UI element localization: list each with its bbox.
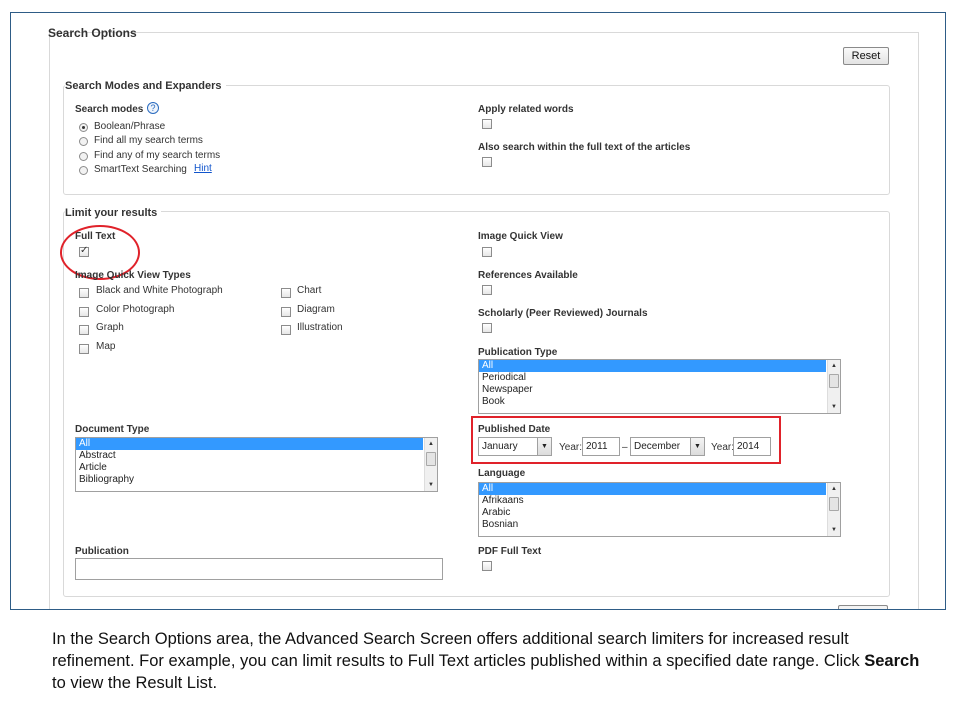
iqv-diagram-checkbox[interactable] — [281, 307, 291, 317]
iqv-graph-checkbox[interactable] — [79, 325, 89, 335]
instruction-caption: In the Search Options area, the Advanced… — [52, 628, 932, 694]
hint-link[interactable]: Hint — [194, 163, 212, 174]
mode-option-find-any: Find any of my search terms — [94, 150, 221, 161]
iqv-bw-photo-label: Black and White Photograph — [96, 285, 223, 296]
mode-option-smarttext: SmartText Searching — [94, 164, 187, 175]
scroll-down-icon[interactable]: ▼ — [828, 402, 840, 412]
reset-button[interactable]: Reset — [843, 47, 889, 65]
pdf-full-text-label: PDF Full Text — [478, 546, 542, 557]
search-modes-label: Search modes — [75, 104, 144, 115]
references-label: References Available — [478, 270, 578, 281]
publication-label: Publication — [75, 546, 129, 557]
scholarly-checkbox[interactable] — [482, 323, 492, 333]
radio-find-any[interactable] — [79, 152, 88, 161]
document-type-listbox[interactable]: All Abstract Article Bibliography ▲ ▼ — [75, 437, 438, 492]
list-item[interactable]: Afrikaans — [479, 495, 840, 507]
radio-boolean-phrase[interactable] — [79, 123, 88, 132]
pdf-full-text-checkbox[interactable] — [482, 561, 492, 571]
scroll-down-icon[interactable]: ▼ — [425, 480, 437, 490]
help-icon[interactable]: ? — [147, 102, 159, 114]
iqv-color-photo-label: Color Photograph — [96, 304, 175, 315]
search-options-title: Search Options — [48, 26, 137, 40]
list-item[interactable]: All — [76, 438, 423, 450]
scroll-thumb[interactable] — [426, 452, 436, 466]
caption-text-2: to view the Result List. — [52, 674, 218, 692]
publication-type-listbox[interactable]: All Periodical Newspaper Book ▲ ▼ — [478, 359, 841, 414]
radio-find-all[interactable] — [79, 137, 88, 146]
list-item[interactable]: Periodical — [479, 372, 840, 384]
iqv-types-label: Image Quick View Types — [75, 270, 191, 281]
list-item[interactable]: Bibliography — [76, 474, 437, 486]
iqv-map-label: Map — [96, 341, 116, 352]
iqv-chart-label: Chart — [297, 285, 322, 296]
publication-input[interactable] — [75, 558, 443, 580]
radio-smarttext[interactable] — [79, 166, 88, 175]
caption-text-1: In the Search Options area, the Advanced… — [52, 630, 865, 670]
language-listbox[interactable]: All Afrikaans Arabic Bosnian ▲ ▼ — [478, 482, 841, 537]
image-quick-view-checkbox[interactable] — [482, 247, 492, 257]
search-modes-title: Search Modes and Expanders — [65, 80, 226, 92]
limit-results-title: Limit your results — [65, 207, 162, 219]
iqv-illustration-checkbox[interactable] — [281, 325, 291, 335]
iqv-bw-photo-checkbox[interactable] — [79, 288, 89, 298]
references-checkbox[interactable] — [482, 285, 492, 295]
iqv-diagram-label: Diagram — [297, 304, 335, 315]
iqv-illustration-label: Illustration — [297, 322, 343, 333]
scholarly-label: Scholarly (Peer Reviewed) Journals — [478, 308, 648, 319]
scroll-thumb[interactable] — [829, 374, 839, 388]
list-item[interactable]: Article — [76, 462, 437, 474]
image-quick-view-label: Image Quick View — [478, 231, 563, 242]
scroll-thumb[interactable] — [829, 497, 839, 511]
screenshot-frame: Search Options Reset Search Modes and Ex… — [10, 12, 946, 610]
iqv-color-photo-checkbox[interactable] — [79, 307, 89, 317]
publication-type-label: Publication Type — [478, 347, 558, 358]
scroll-up-icon[interactable]: ▲ — [828, 361, 840, 371]
scrollbar[interactable]: ▲ ▼ — [424, 438, 437, 491]
fulltext-search-label: Also search within the full text of the … — [478, 142, 691, 153]
scrollbar[interactable]: ▲ ▼ — [827, 360, 840, 413]
document-type-label: Document Type — [75, 424, 150, 435]
scroll-up-icon[interactable]: ▲ — [828, 484, 840, 494]
list-item[interactable]: All — [479, 360, 826, 372]
scroll-up-icon[interactable]: ▲ — [425, 439, 437, 449]
list-item[interactable]: Abstract — [76, 450, 437, 462]
language-label: Language — [478, 468, 526, 479]
iqv-graph-label: Graph — [96, 322, 124, 333]
list-item[interactable]: Bosnian — [479, 519, 840, 531]
published-date-highlight — [471, 416, 781, 464]
list-item[interactable]: Book — [479, 396, 840, 408]
apply-related-checkbox[interactable] — [482, 119, 492, 129]
mode-option-find-all: Find all my search terms — [94, 135, 203, 146]
search-button[interactable] — [838, 605, 888, 609]
list-item[interactable]: Arabic — [479, 507, 840, 519]
scroll-down-icon[interactable]: ▼ — [828, 525, 840, 535]
caption-search-bold: Search — [864, 652, 920, 670]
iqv-chart-checkbox[interactable] — [281, 288, 291, 298]
iqv-map-checkbox[interactable] — [79, 344, 89, 354]
apply-related-label: Apply related words — [478, 104, 574, 115]
fulltext-search-checkbox[interactable] — [482, 157, 492, 167]
list-item[interactable]: Newspaper — [479, 384, 840, 396]
mode-option-boolean: Boolean/Phrase — [94, 121, 166, 132]
list-item[interactable]: All — [479, 483, 826, 495]
scrollbar[interactable]: ▲ ▼ — [827, 483, 840, 536]
